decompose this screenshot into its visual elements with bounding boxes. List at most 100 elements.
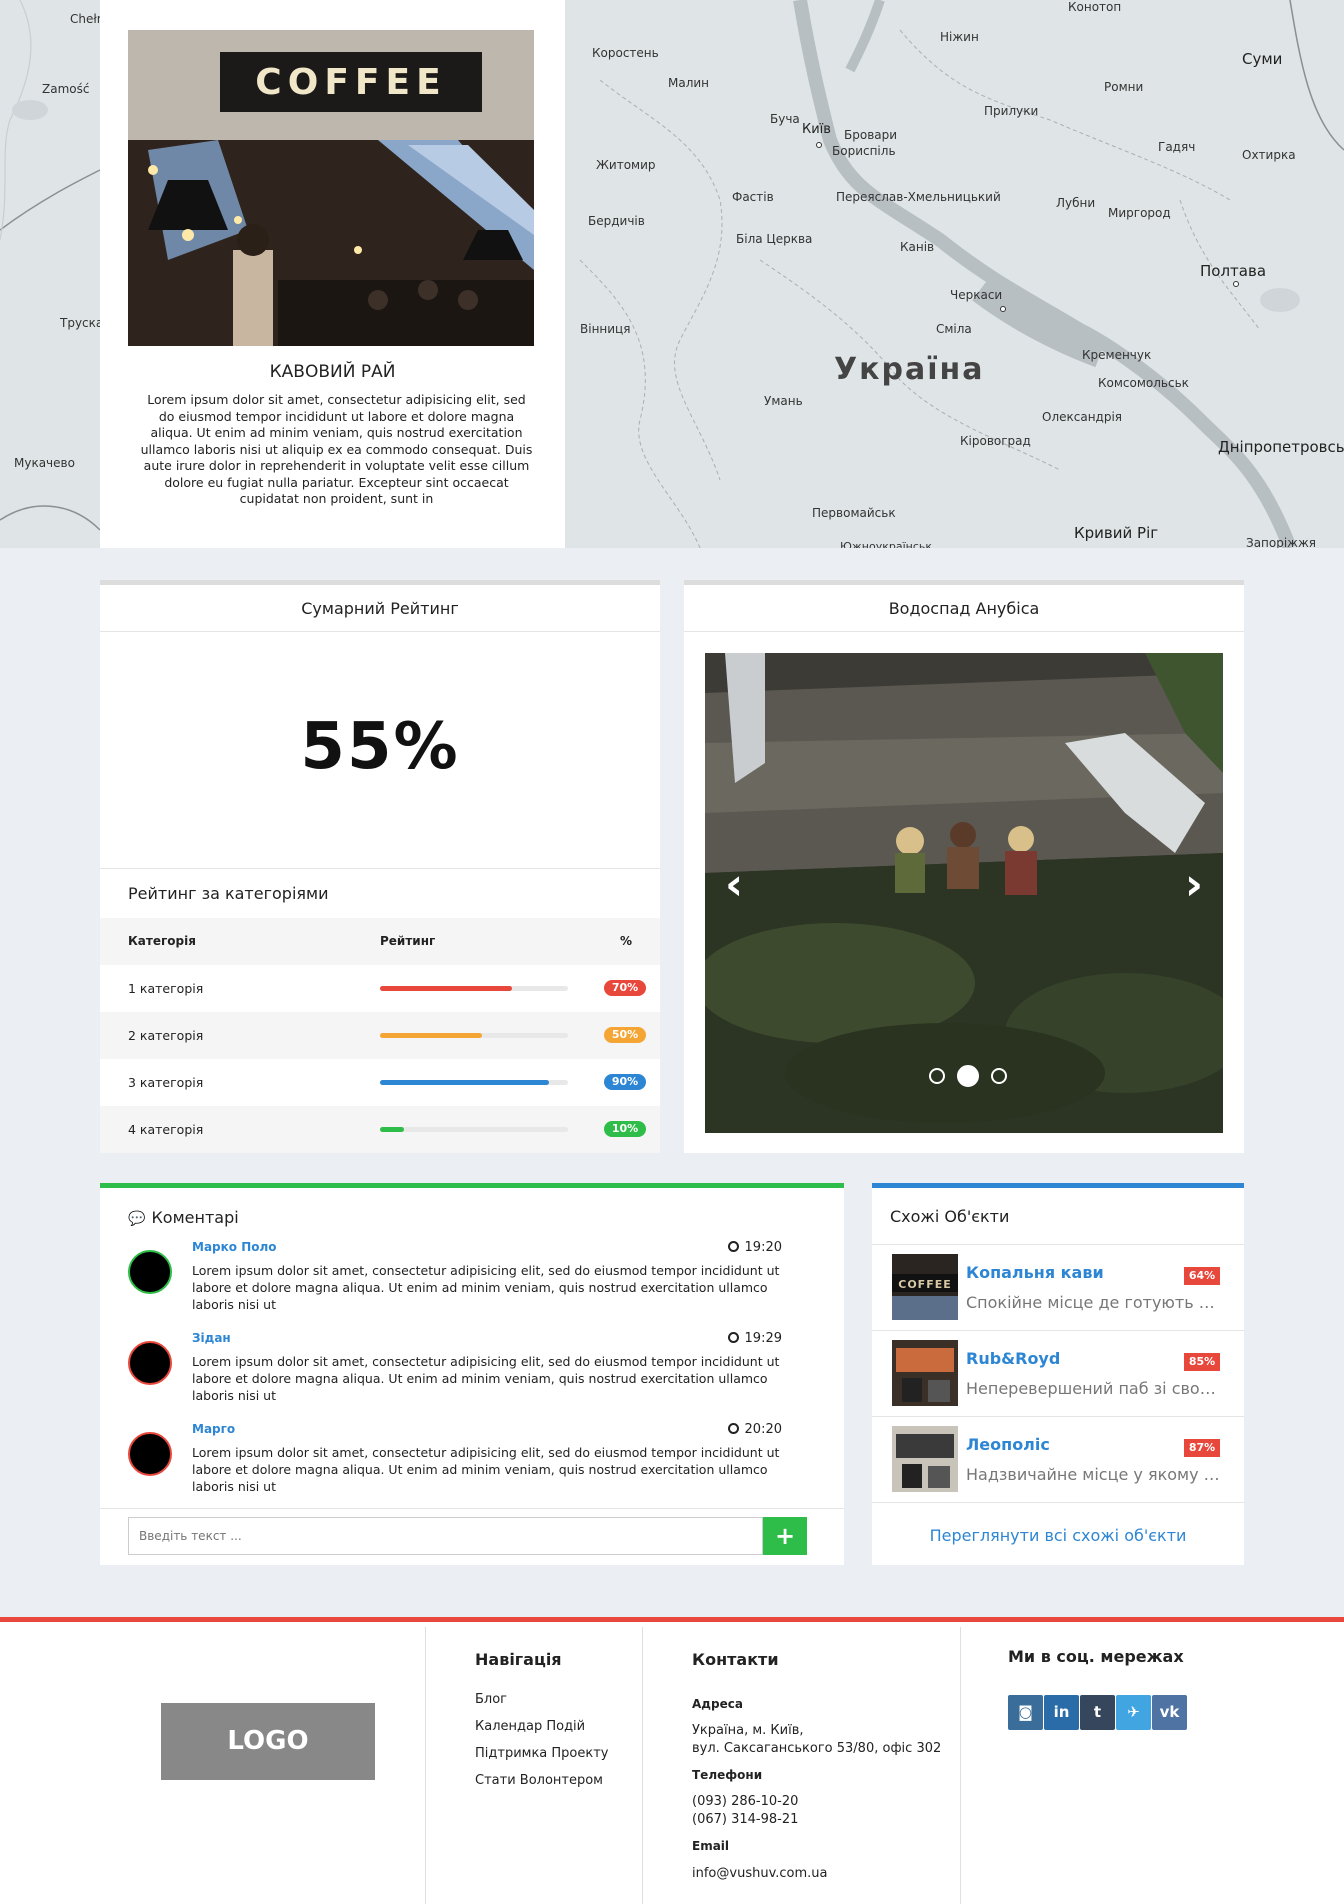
gallery-panel: Водоспад Анубіса ‹ › <box>684 580 1244 1153</box>
comment-time-value: 19:29 <box>744 1331 782 1346</box>
map-city-label: Мукачево <box>14 456 75 470</box>
address-line: Україна, м. Київ, <box>692 1723 804 1738</box>
social-links: ◙ in t ✈ vk <box>1008 1695 1188 1730</box>
footer-nav-title: Навігація <box>475 1650 562 1669</box>
coffee-shop-image: COFFEE <box>128 30 534 346</box>
comment-text: Lorem ipsum dolor sit amet, consectetur … <box>192 1445 780 1494</box>
add-comment-button[interactable]: + <box>763 1517 807 1555</box>
similar-object-title[interactable]: Копальня кави <box>966 1263 1104 1282</box>
category-row: 4 категорія 10% <box>100 1106 660 1153</box>
map-city-label: Полтава <box>1200 262 1267 280</box>
map-city-label: Вінниця <box>580 322 631 336</box>
map-city-label: Бердичів <box>588 214 645 228</box>
similar-object-badge: 87% <box>1184 1439 1220 1457</box>
comment-author[interactable]: Марго <box>192 1422 235 1436</box>
view-all-similar-link[interactable]: Переглянути всі схожі об'єкти <box>872 1508 1244 1564</box>
category-name: 4 категорія <box>128 1122 204 1137</box>
category-progress-bar <box>380 1080 568 1085</box>
comment-input[interactable] <box>128 1517 763 1555</box>
map-city-label: Олександрія <box>1042 410 1123 424</box>
comment-text: Lorem ipsum dolor sit amet, consectetur … <box>192 1263 780 1312</box>
similar-object-description: Спокійне місце де готують на... <box>966 1293 1222 1312</box>
instagram-icon[interactable]: ◙ <box>1008 1695 1043 1730</box>
map-city-label: Житомир <box>596 158 656 172</box>
footer: LOGO Навігація Блог Календар Подій Підтр… <box>0 1617 1344 1904</box>
avatar[interactable] <box>128 1432 172 1476</box>
map-city-label: Суми <box>1242 50 1283 68</box>
twitter-icon[interactable]: ✈ <box>1116 1695 1151 1730</box>
clock-icon <box>727 1332 739 1343</box>
slider-prev-button[interactable]: ‹ <box>725 863 743 907</box>
slider-dot-active[interactable] <box>957 1065 979 1087</box>
similar-object-item[interactable]: COFFEE Копальня кави 64% Спокійне місце де … <box>872 1245 1244 1331</box>
gallery-title: Водоспад Анубіса <box>684 580 1244 632</box>
map-city-label: Миргород <box>1108 206 1171 220</box>
comment-time: 19:29 <box>727 1331 782 1346</box>
similar-object-item[interactable]: Леополіс 87% Надзвичайне місце у якому тв.… <box>872 1417 1244 1503</box>
comments-header: 💬 Коментарі <box>128 1208 239 1227</box>
similar-object-thumbnail[interactable] <box>892 1340 958 1406</box>
slider-dot[interactable] <box>929 1068 945 1084</box>
category-row: 1 категорія 70% <box>100 965 660 1012</box>
total-rating-value: 55% <box>300 710 460 784</box>
slider-dot[interactable] <box>991 1068 1007 1084</box>
similar-object-badge: 64% <box>1184 1267 1220 1285</box>
similar-object-title[interactable]: Леополіс <box>966 1435 1050 1454</box>
map-city-label: Кременчук <box>1082 348 1152 362</box>
category-progress-fill <box>380 986 512 991</box>
comments-title: Коментарі <box>151 1208 239 1227</box>
category-percent-badge: 50% <box>604 1027 646 1043</box>
footer-nav-link[interactable]: Календар Подій <box>475 1719 585 1734</box>
slider-next-button[interactable]: › <box>1185 863 1203 907</box>
map-city-label: Малин <box>668 76 710 90</box>
slider-pagination <box>923 1065 1013 1087</box>
footer-nav-link[interactable]: Стати Волонтером <box>475 1773 603 1788</box>
email-link[interactable]: info@vushuv.com.ua <box>692 1865 827 1883</box>
tumblr-icon[interactable]: t <box>1080 1695 1115 1730</box>
map-city-label: Прилуки <box>984 104 1039 118</box>
category-percent-badge: 90% <box>604 1074 646 1090</box>
avatar[interactable] <box>128 1250 172 1294</box>
email-label: Email <box>692 1839 730 1853</box>
comment-form: + <box>100 1508 844 1565</box>
similar-object-thumbnail[interactable] <box>892 1426 958 1492</box>
gallery-slide[interactable]: ‹ › <box>705 653 1223 1133</box>
map-city-label: Ніжин <box>940 30 979 44</box>
phone-number[interactable]: (067) 314-98-21 <box>692 1811 798 1829</box>
place-info-card: COFFEE КАВОВИЙ РАЙ Lorem ipsum dolor sit… <box>100 0 565 548</box>
comment-author[interactable]: Зідан <box>192 1331 231 1345</box>
map-city-label: Дніпропетровськ <box>1218 438 1344 456</box>
map-city-label: Лубни <box>1056 196 1096 210</box>
map-marker-icon <box>816 142 822 148</box>
category-progress-bar <box>380 986 568 991</box>
similar-object-title[interactable]: Rub&Royd <box>966 1349 1060 1368</box>
map-country-label: Україна <box>834 352 985 387</box>
footer-divider <box>642 1627 643 1904</box>
map-city-label: Кривий Ріг <box>1074 524 1159 542</box>
map-city-label: Конотоп <box>1068 0 1122 14</box>
phone-number[interactable]: (093) 286-10-20 <box>692 1793 798 1811</box>
linkedin-icon[interactable]: in <box>1044 1695 1079 1730</box>
coffee-sign: COFFEE <box>898 1278 951 1291</box>
similar-object-thumbnail[interactable]: COFFEE <box>892 1254 958 1320</box>
category-rating-title: Рейтинг за категоріями <box>100 868 660 918</box>
footer-nav-link[interactable]: Блог <box>475 1692 507 1707</box>
comment-time: 20:20 <box>727 1422 782 1437</box>
place-photo: COFFEE <box>128 30 534 346</box>
category-progress-fill <box>380 1033 482 1038</box>
map-city-label: Бориспіль <box>832 144 896 158</box>
map-city-label: Канів <box>900 240 935 254</box>
category-row: 2 категорія 50% <box>100 1012 660 1059</box>
map-city-label: Кіровоград <box>960 434 1031 448</box>
comment-author[interactable]: Марко Поло <box>192 1240 277 1254</box>
map-city-label: Переяслав-Хмельницький <box>836 190 1001 204</box>
vk-icon[interactable]: vk <box>1152 1695 1187 1730</box>
similar-object-item[interactable]: Rub&Royd 85% Неперевершений паб зі своє... <box>872 1331 1244 1417</box>
map-city-label: Київ <box>802 122 831 137</box>
footer-nav-link[interactable]: Підтримка Проекту <box>475 1746 609 1761</box>
footer-logo[interactable]: LOGO <box>161 1703 375 1780</box>
map-city-label: Первомайськ <box>812 506 896 520</box>
comment-text: Lorem ipsum dolor sit amet, consectetur … <box>192 1354 780 1403</box>
map-marker-icon <box>1000 306 1006 312</box>
avatar[interactable] <box>128 1341 172 1385</box>
